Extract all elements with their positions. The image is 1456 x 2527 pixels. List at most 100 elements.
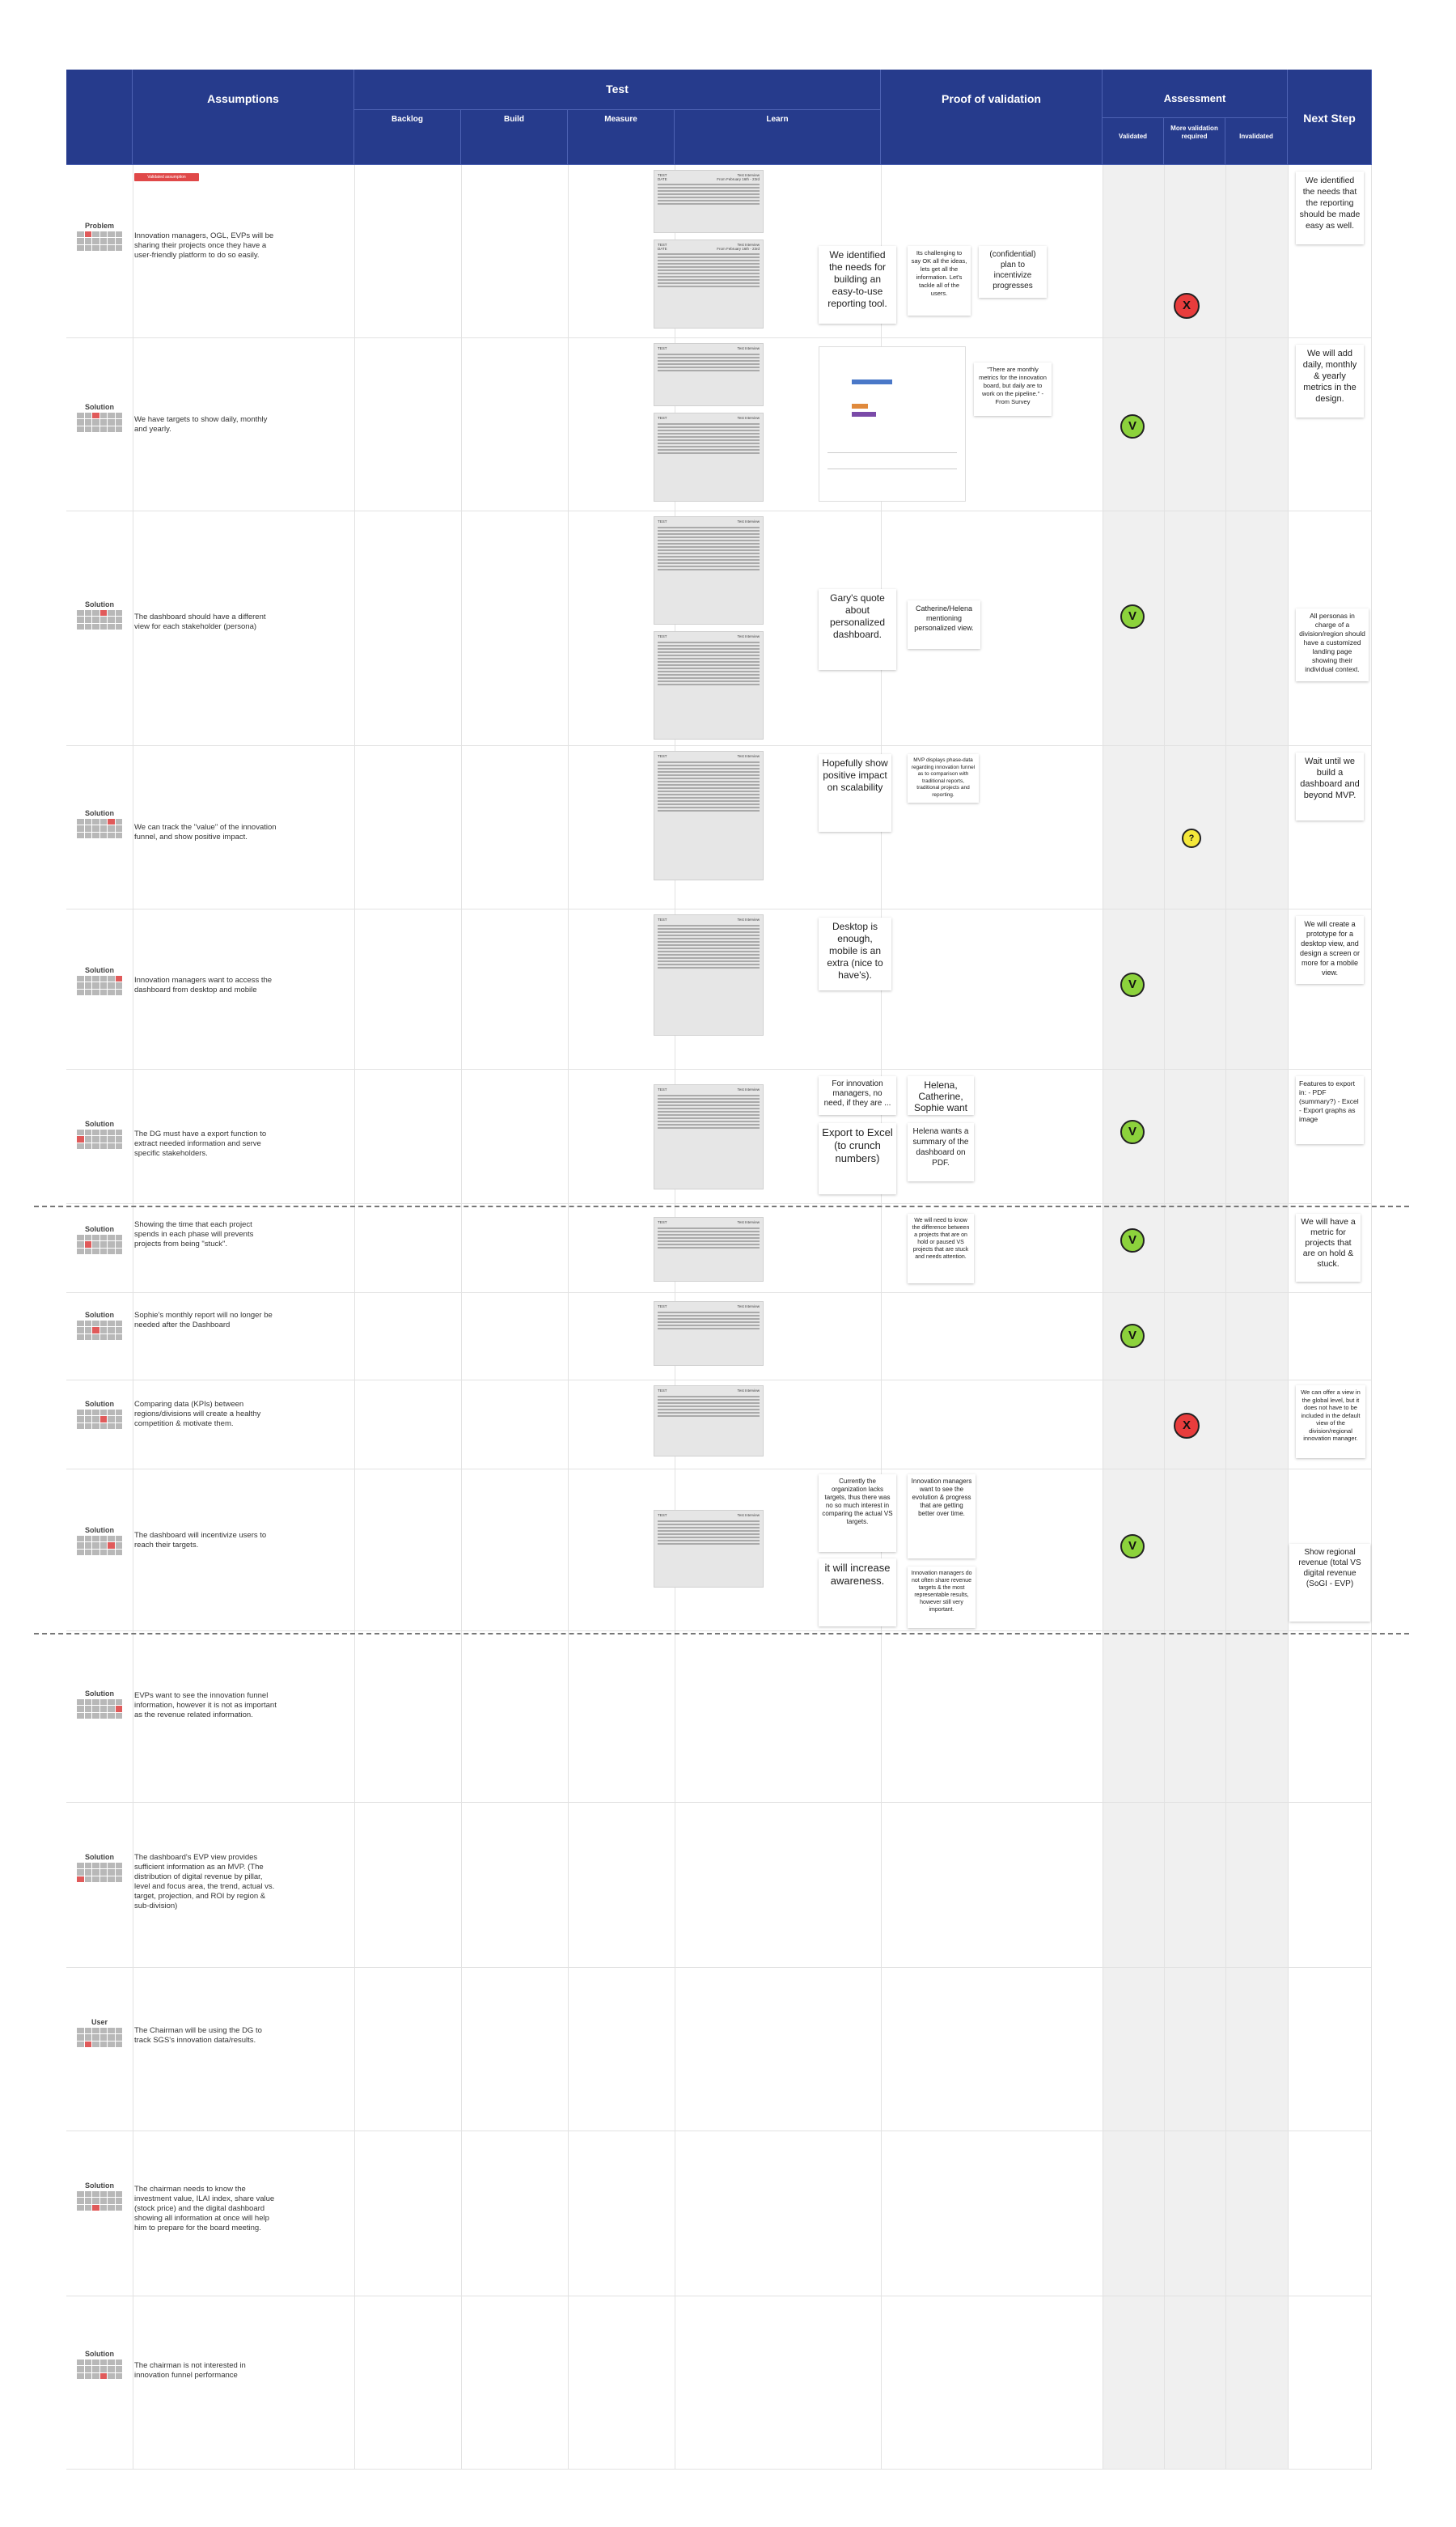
proof-sticky-note[interactable]: We will need to know the difference betw… bbox=[908, 1214, 974, 1283]
board-grid-icon bbox=[77, 1410, 122, 1429]
learn-card[interactable]: TEST Test Interview bbox=[654, 914, 764, 1036]
card-value: Test Interview bbox=[737, 1389, 760, 1393]
next-step-note[interactable]: Show regional revenue (total VS digital … bbox=[1289, 1544, 1370, 1622]
header-measure: Measure bbox=[568, 110, 675, 165]
proof-sticky-note[interactable]: it will increase awareness. bbox=[819, 1558, 896, 1626]
proof-sticky-note[interactable]: Innovation managers want to see the evol… bbox=[908, 1474, 976, 1558]
validated-check-icon: V bbox=[1120, 973, 1145, 997]
card-value: Test Interview bbox=[737, 519, 760, 524]
learn-card[interactable]: TEST Test Interview bbox=[654, 751, 764, 880]
assumption-text: The dashboard's EVP view provides suffic… bbox=[134, 1853, 275, 1910]
header-assumptions: Assumptions bbox=[133, 70, 354, 165]
survey-chart-screenshot bbox=[819, 346, 966, 502]
card-label: TEST bbox=[658, 416, 667, 420]
validated-check-icon: V bbox=[1120, 1534, 1145, 1558]
assumption-row: Solution The DG must have a export funct… bbox=[66, 1070, 1372, 1204]
row-type-label: Solution bbox=[85, 2181, 114, 2190]
assumption-row: Solution The dashboard will incentivize … bbox=[66, 1469, 1372, 1631]
proof-sticky-note[interactable]: Catherine/Helena mentioning personalized… bbox=[908, 600, 980, 649]
proof-sticky-note[interactable]: "There are monthly metrics for the innov… bbox=[974, 363, 1052, 416]
assumption-text: EVPs want to see the innovation funnel i… bbox=[134, 1691, 277, 1719]
card-label: TEST bbox=[658, 754, 667, 758]
learn-card[interactable]: TEST Test Interview bbox=[654, 1385, 764, 1456]
next-step-note[interactable]: Features to export in: - PDF (summary?) … bbox=[1296, 1076, 1364, 1144]
header-validated: Validated bbox=[1103, 118, 1164, 165]
board-grid-icon bbox=[77, 1321, 122, 1340]
assumption-row: Solution The chairman is not interested … bbox=[66, 2296, 1372, 2470]
card-value: Test Interview bbox=[737, 416, 760, 420]
learn-card[interactable]: TEST Test Interview bbox=[654, 1301, 764, 1366]
header-build: Build bbox=[461, 110, 568, 165]
assumption-text: The chairman needs to know the investmen… bbox=[134, 2185, 275, 2232]
next-step-note[interactable]: All personas in charge of a division/reg… bbox=[1296, 608, 1369, 681]
proof-sticky-note[interactable]: Currently the organization lacks targets… bbox=[819, 1474, 896, 1552]
row-type-label: User bbox=[91, 2018, 108, 2026]
next-step-note[interactable]: We will add daily, monthly & yearly metr… bbox=[1296, 345, 1364, 418]
header-more-validation-title: More validation required bbox=[1170, 125, 1218, 140]
proof-sticky-note[interactable]: For innovation managers, no need, if the… bbox=[819, 1076, 896, 1115]
learn-card[interactable]: TEST Test Interview bbox=[654, 516, 764, 625]
header-proof: Proof of validation bbox=[881, 70, 1103, 165]
section-divider bbox=[34, 1206, 1409, 1207]
card-label: TEST bbox=[658, 519, 667, 524]
header-assumptions-title: Assumptions bbox=[207, 92, 279, 105]
board-grid-icon bbox=[77, 231, 122, 251]
learn-card[interactable]: TEST Test Interview bbox=[654, 343, 764, 406]
board-grid-icon bbox=[77, 1235, 122, 1254]
proof-sticky-note[interactable]: (confidential) plan to incentivize progr… bbox=[979, 246, 1047, 298]
row-type-label: Solution bbox=[85, 1853, 114, 1861]
proof-sticky-note[interactable]: Export to Excel (to crunch numbers) bbox=[819, 1123, 896, 1194]
learn-card[interactable]: TEST Test Interview DATE From February 16t… bbox=[654, 240, 764, 329]
card-label: DATE bbox=[658, 176, 667, 181]
proof-sticky-note[interactable]: Helena wants a summary of the dashboard … bbox=[908, 1123, 974, 1181]
learn-card[interactable]: TEST Test Interview bbox=[654, 413, 764, 502]
next-step-note[interactable]: We will have a metric for projects that … bbox=[1296, 1214, 1361, 1282]
assumption-text: Sophie's monthly report will no longer b… bbox=[134, 1311, 273, 1329]
proof-sticky-note[interactable]: We identified the needs for building an … bbox=[819, 246, 896, 324]
card-label: TEST bbox=[658, 1513, 667, 1517]
proof-sticky-note[interactable]: Helena, Catherine, Sophie want bbox=[908, 1076, 974, 1115]
header-validated-title: Validated bbox=[1118, 133, 1148, 140]
learn-card[interactable]: TEST Test Interview bbox=[654, 1217, 764, 1282]
section-divider bbox=[34, 1633, 1409, 1634]
next-step-note[interactable]: We can offer a view in the global level,… bbox=[1296, 1385, 1365, 1458]
next-step-note[interactable]: We identified the needs that the reporti… bbox=[1296, 172, 1364, 244]
assumption-text: We have targets to show daily, monthly a… bbox=[134, 415, 268, 434]
header-invalidated-title: Invalidated bbox=[1239, 133, 1273, 140]
assumption-text: The chairman is not interested in innova… bbox=[134, 2361, 246, 2380]
next-step-note[interactable]: We will create a prototype for a desktop… bbox=[1296, 916, 1364, 984]
proof-sticky-note[interactable]: Desktop is enough, mobile is an extra (n… bbox=[819, 918, 891, 990]
card-label: TEST bbox=[658, 346, 667, 350]
board-grid-icon bbox=[77, 1863, 122, 1882]
card-label: TEST bbox=[658, 1088, 667, 1092]
learn-card[interactable]: TEST Test Interview bbox=[654, 1510, 764, 1588]
card-value: Test Interview bbox=[737, 1513, 760, 1517]
invalidated-x-icon: X bbox=[1174, 293, 1200, 319]
assumption-row: User The Chairman will be using the DG t… bbox=[66, 1968, 1372, 2131]
assumption-row: Solution We have targets to show daily, … bbox=[66, 338, 1372, 511]
header-next-step: Next Step bbox=[1288, 70, 1372, 165]
learn-card[interactable]: TEST Test Interview DATE From February 16t… bbox=[654, 170, 764, 233]
card-value: Test Interview bbox=[737, 754, 760, 758]
learn-card[interactable]: TEST Test Interview bbox=[654, 1084, 764, 1189]
board-grid-icon bbox=[77, 2360, 122, 2379]
next-step-note[interactable]: Wait until we build a dashboard and beyo… bbox=[1296, 753, 1364, 820]
proof-sticky-note[interactable]: MVP displays phase-data regarding innova… bbox=[908, 754, 979, 803]
proof-sticky-note[interactable]: Innovation managers do not often share r… bbox=[908, 1567, 976, 1628]
proof-sticky-note[interactable]: Hopefully show positive impact on scalab… bbox=[819, 754, 891, 832]
learn-card[interactable]: TEST Test Interview bbox=[654, 631, 764, 740]
row-type-label: Solution bbox=[85, 809, 114, 817]
proof-sticky-note[interactable]: Its challenging to say OK all the ideas,… bbox=[908, 246, 971, 316]
board-grid-icon bbox=[77, 1699, 122, 1719]
board-grid-icon bbox=[77, 1536, 122, 1555]
card-value: Test Interview bbox=[737, 1304, 760, 1308]
board-grid-icon bbox=[77, 2191, 122, 2211]
header-more-validation: More validation required bbox=[1164, 118, 1225, 165]
card-value: Test Interview bbox=[737, 634, 760, 638]
row-type-label: Solution bbox=[85, 1400, 114, 1408]
proof-sticky-note[interactable]: Gary's quote about personalized dashboar… bbox=[819, 589, 896, 670]
validated-badge: Validated assumption bbox=[134, 173, 199, 181]
header-test-title: Test bbox=[606, 83, 629, 95]
board-grid-icon bbox=[77, 610, 122, 630]
header-next-step-title: Next Step bbox=[1303, 112, 1356, 125]
